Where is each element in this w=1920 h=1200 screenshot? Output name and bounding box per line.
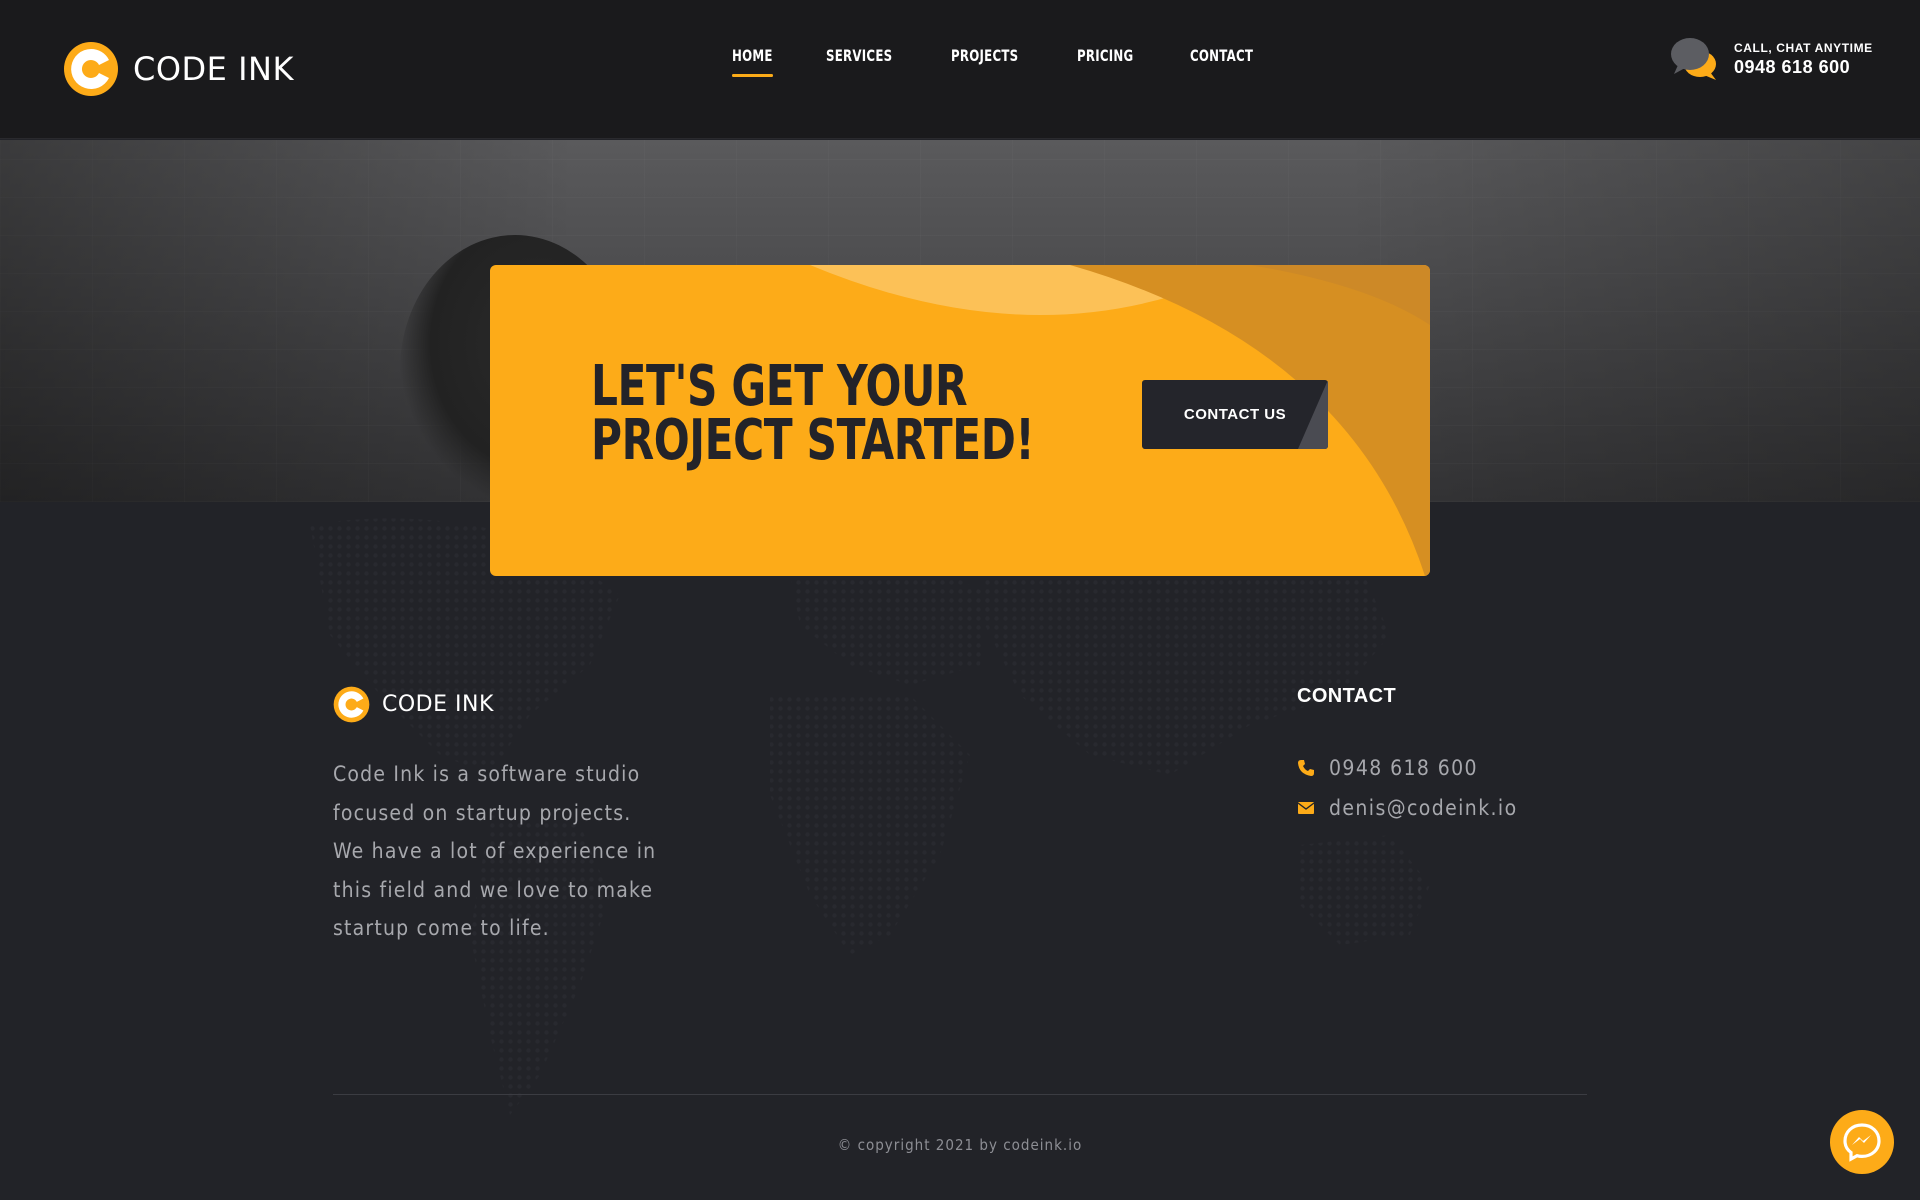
footer-divider [333,1094,1587,1095]
contact-us-label: CONTACT US [1183,406,1287,423]
messenger-chat-button[interactable] [1830,1110,1894,1174]
nav-item-projects[interactable]: PROJECTS [951,46,1018,77]
main-nav: HOME SERVICES PROJECTS PRICING CONTACT [732,46,1267,77]
footer-contact-heading: CONTACT [1297,685,1397,707]
copyright-text: © copyright 2021 by codeink.io [837,1136,1083,1154]
footer-email-row[interactable]: denis@codeink.io [1297,788,1617,828]
cta-title: LET'S GET YOUR PROJECT STARTED! [591,354,1035,473]
footer-phone-row[interactable]: 0948 618 600 [1297,748,1617,788]
footer-contact: CONTACT 0948 618 600 denis@codeink.io [1297,685,1617,828]
phone-icon [1298,760,1314,776]
footer-email[interactable]: denis@codeink.io [1329,796,1518,820]
footer-description: Code Ink is a software studio focused on… [333,762,657,940]
contact-phone[interactable]: 0948 618 600 [1734,57,1873,78]
footer-logo[interactable]: CODE INK [333,686,653,723]
cta-card: LET'S GET YOUR PROJECT STARTED! CONTACT … [490,265,1430,576]
site-header: CODE INK HOME SERVICES PROJECTS PRICING … [0,0,1920,139]
footer-brand-name: CODE INK [382,692,494,717]
header-brand-name: CODE INK [133,50,294,88]
nav-item-contact[interactable]: CONTACT [1190,46,1253,77]
header-contact[interactable]: CALL, CHAT ANYTIME 0948 618 600 [1670,36,1873,82]
envelope-icon [1297,802,1315,814]
nav-item-home[interactable]: HOME [732,46,773,77]
contact-us-button[interactable]: CONTACT US [1142,380,1328,449]
footer-about: CODE INK Code Ink is a software studio f… [333,686,655,948]
contact-label: CALL, CHAT ANYTIME [1734,40,1873,55]
code-ink-logo-icon [64,42,118,96]
nav-item-pricing[interactable]: PRICING [1077,46,1133,77]
button-sheen-decoration [1298,380,1328,449]
footer-phone[interactable]: 0948 618 600 [1329,756,1478,780]
messenger-icon [1843,1123,1881,1162]
header-logo[interactable]: CODE INK [63,40,294,98]
code-ink-logo-icon [333,686,370,723]
nav-item-services[interactable]: SERVICES [826,46,892,77]
chat-bubbles-icon [1671,38,1716,80]
